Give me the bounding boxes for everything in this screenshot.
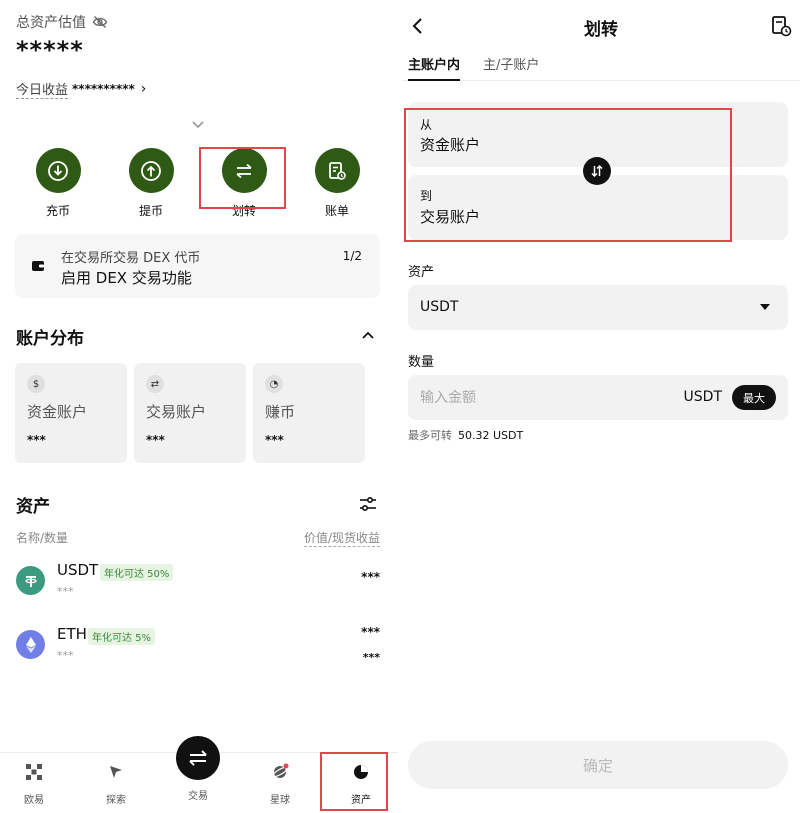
deposit-label: 充币 xyxy=(45,204,70,218)
assets-screen: 总资产估值 ***** 今日收益 ********** › 充币 提币 划转 账… xyxy=(0,0,398,813)
total-assets-label: 总资产估值 xyxy=(16,15,86,31)
page-title: 划转 xyxy=(584,20,618,40)
trade-icon xyxy=(189,750,207,766)
asset-select-value: USDT xyxy=(420,299,459,315)
transfer-highlight-box xyxy=(199,147,286,209)
asset-label: 资产 xyxy=(408,265,435,280)
withdraw-label: 提币 xyxy=(138,204,163,218)
asset-select[interactable]: USDT xyxy=(408,285,788,330)
coin-row-eth[interactable]: ETH 年化可达 5% *** *** *** xyxy=(16,625,382,669)
today-pnl-label: 今日收益 xyxy=(16,79,69,99)
planet-icon xyxy=(271,763,289,778)
wallet-icon xyxy=(32,261,44,271)
dex-banner[interactable]: 在交易所交易 DEX 代币 启用 DEX 交易功能 1/2 xyxy=(15,234,380,298)
apy-badge: 年化可达 5% xyxy=(88,628,156,645)
coin-value: *** xyxy=(361,570,380,584)
dex-banner-line2: 启用 DEX 交易功能 xyxy=(61,269,192,287)
account-card-earn[interactable]: ◔ 赚币 *** xyxy=(253,363,365,463)
nav-item-trade[interactable] xyxy=(176,736,220,780)
dex-banner-line1: 在交易所交易 DEX 代币 xyxy=(61,251,201,266)
account-card-name: 赚币 xyxy=(265,403,296,421)
account-card-name: 资金账户 xyxy=(27,403,88,421)
nav-label: 探索 xyxy=(106,795,126,806)
coin-symbol: ETH xyxy=(57,625,87,643)
confirm-button[interactable]: 确定 xyxy=(408,741,788,789)
account-card-value: *** xyxy=(146,433,165,447)
account-card-funding[interactable]: $ 资金账户 *** xyxy=(15,363,127,463)
transfer-tabs: 主账户内 主/子账户 xyxy=(402,54,800,81)
amount-unit: USDT xyxy=(683,389,722,405)
deposit-icon xyxy=(35,148,81,193)
nav-item-planet[interactable]: 星球 xyxy=(250,753,310,806)
coin-amount: *** xyxy=(57,585,74,598)
nav-item-okx[interactable]: 欧易 xyxy=(4,753,64,806)
account-card-value: *** xyxy=(27,433,46,447)
history-icon[interactable] xyxy=(770,15,792,37)
account-card-trading[interactable]: ⇄ 交易账户 *** xyxy=(134,363,246,463)
swap-icon: ⇄ xyxy=(146,375,164,393)
from-to-highlight-box xyxy=(404,108,732,242)
chevron-down-icon[interactable] xyxy=(189,116,207,134)
today-pnl[interactable]: 今日收益 ********** › xyxy=(16,79,146,99)
caret-down-icon xyxy=(760,304,770,310)
chevron-right-icon: › xyxy=(140,81,147,97)
available-amount: 最多可转 50.32 USDT xyxy=(408,427,523,443)
max-button[interactable]: 最大 xyxy=(732,385,776,410)
nav-label: 星球 xyxy=(270,795,290,806)
filter-icon[interactable] xyxy=(358,494,378,514)
coin-symbol: USDT xyxy=(57,561,99,579)
assets-nav-highlight-box xyxy=(320,752,388,811)
account-card-name: 交易账户 xyxy=(146,403,207,421)
amount-label: 数量 xyxy=(408,355,435,370)
coin-value: *** xyxy=(361,625,380,639)
bill-icon xyxy=(314,148,360,193)
money-bag-icon: $ xyxy=(27,375,45,393)
bill-button[interactable]: 账单 xyxy=(302,148,372,219)
coin-amount: *** xyxy=(57,649,74,662)
distribution-title: 账户分布 xyxy=(16,329,84,349)
withdraw-icon xyxy=(128,148,174,193)
ethereum-logo-icon xyxy=(16,630,45,659)
total-assets-value: ***** xyxy=(16,36,84,64)
today-pnl-value: ********** xyxy=(72,82,135,96)
amount-field: USDT 最大 xyxy=(408,375,788,420)
tab-main-account[interactable]: 主账户内 xyxy=(408,54,461,81)
chevron-up-icon[interactable] xyxy=(360,327,376,343)
earn-icon: ◔ xyxy=(265,375,283,393)
amount-input[interactable] xyxy=(420,387,620,409)
coin-pnl: *** xyxy=(362,651,380,664)
assets-title: 资产 xyxy=(16,497,50,517)
tether-logo-icon xyxy=(16,566,45,595)
dex-banner-pager: 1/2 xyxy=(342,249,362,263)
total-assets-label-row: 总资产估值 xyxy=(16,12,108,32)
available-label: 最多可转 xyxy=(408,429,452,442)
available-value: 50.32 USDT xyxy=(458,429,524,442)
transfer-screen: 划转 主账户内 主/子账户 从 资金账户 到 交易账户 资产 USDT 数量 U… xyxy=(402,0,800,813)
bill-label: 账单 xyxy=(324,204,349,218)
apy-badge: 年化可达 50% xyxy=(100,564,174,581)
tab-sub-account[interactable]: 主/子账户 xyxy=(483,54,539,79)
nav-label-trade: 交易 xyxy=(188,791,208,802)
okx-logo-icon xyxy=(26,764,42,780)
nav-label: 欧易 xyxy=(24,795,44,806)
withdraw-button[interactable]: 提币 xyxy=(116,148,186,219)
account-card-value: *** xyxy=(265,433,284,447)
column-header-name: 名称/数量 xyxy=(16,531,69,545)
explore-icon xyxy=(110,766,122,778)
coin-row-usdt[interactable]: USDT 年化可达 50% *** *** xyxy=(16,561,382,605)
column-header-value[interactable]: 价值/现货收益 xyxy=(303,529,380,547)
eye-off-icon[interactable] xyxy=(92,14,108,30)
nav-item-explore[interactable]: 探索 xyxy=(86,753,146,806)
deposit-button[interactable]: 充币 xyxy=(23,148,93,219)
